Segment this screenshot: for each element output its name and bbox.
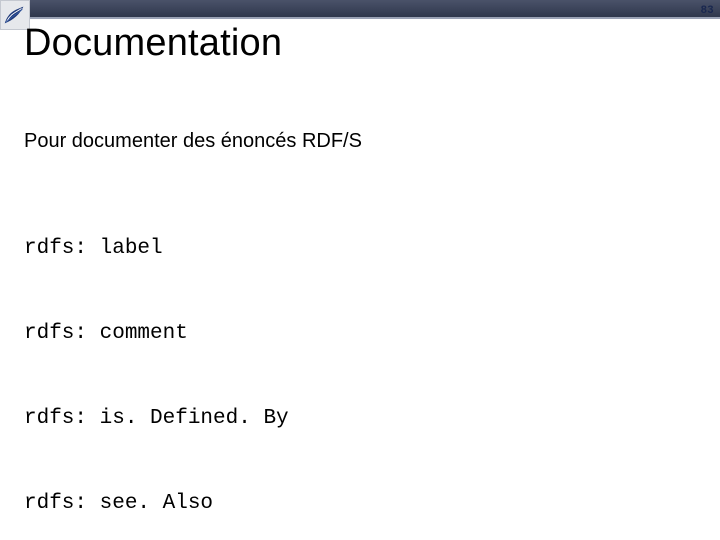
header-bar: [0, 0, 720, 18]
code-line: rdfs: see. Also: [24, 490, 289, 518]
code-line: rdfs: label: [24, 235, 289, 263]
code-line: rdfs: comment: [24, 320, 289, 348]
code-block: rdfs: label rdfs: comment rdfs: is. Defi…: [24, 178, 289, 540]
slide-subtitle: Pour documenter des énoncés RDF/S: [24, 130, 362, 153]
header-underline: [0, 17, 720, 19]
code-line: rdfs: is. Defined. By: [24, 405, 289, 433]
page-number: 83: [701, 4, 714, 16]
slide-title: Documentation: [24, 22, 282, 65]
slide: 83 Documentation Pour documenter des éno…: [0, 0, 720, 540]
